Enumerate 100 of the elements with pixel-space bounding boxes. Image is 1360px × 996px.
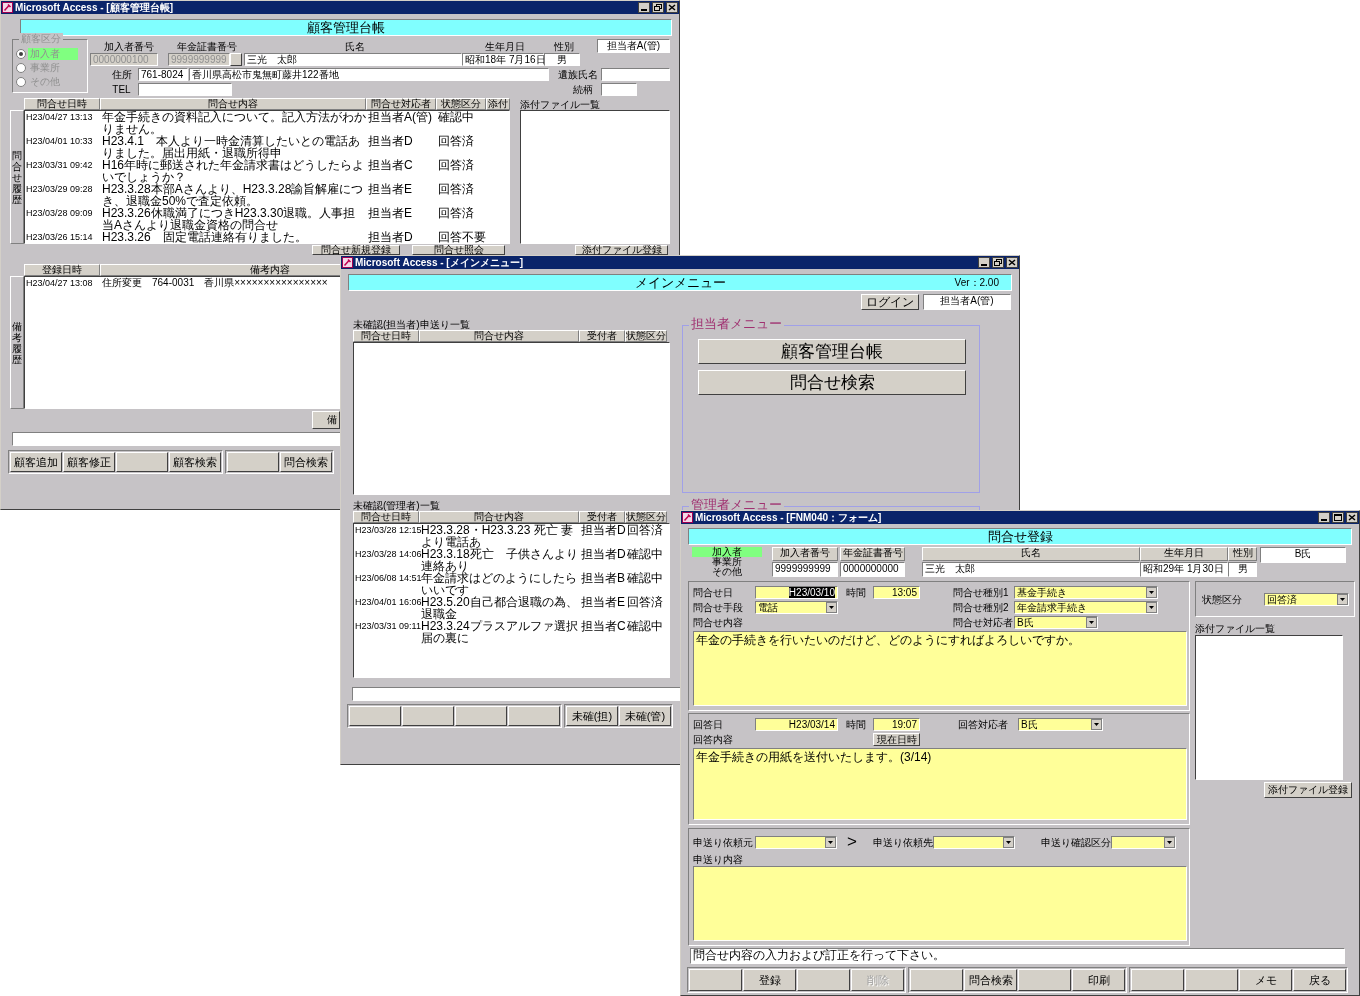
table-cell-text: 回答済	[437, 135, 475, 147]
type-option[interactable]: その他	[691, 567, 762, 577]
field-label: 問合せ日	[693, 586, 734, 599]
staff-field[interactable]: B氏	[1260, 547, 1346, 563]
form-button[interactable]: メモ	[1239, 969, 1292, 991]
form-button[interactable]: 顧客修正	[63, 452, 115, 472]
blank-button[interactable]	[508, 706, 560, 726]
form-button[interactable]: 戻る	[1293, 969, 1346, 991]
blank-button[interactable]	[349, 706, 401, 726]
dropdown-field[interactable]: 電話	[755, 601, 838, 614]
input-field[interactable]: 昭和29年 1月30日	[1140, 562, 1228, 577]
menu-button[interactable]: 顧客管理台帳	[698, 339, 966, 364]
dropdown-field[interactable]	[933, 835, 1015, 849]
text-area[interactable]: 年金手続きの用紙を送付いたします。(3/14)	[693, 748, 1187, 820]
input-field[interactable]: 香川県高松市鬼無町藤井122番地	[189, 68, 549, 81]
table-cell: 年金手続きの資料記入について。記入方法がわかりません。	[101, 111, 367, 135]
dropdown-field[interactable]: 回答済	[1264, 592, 1349, 606]
form-button[interactable]: 登録	[743, 969, 796, 991]
input-field[interactable]: 男	[1228, 562, 1257, 577]
form-button[interactable]: 顧客追加	[10, 452, 62, 472]
table-cell: 担当者E	[580, 596, 626, 608]
form-button[interactable]: 印刷	[1072, 969, 1125, 991]
table-cell: 担当者B	[580, 572, 626, 584]
input-field[interactable]: 昭和18年 7月16日	[462, 53, 544, 66]
input-field[interactable]: 男	[544, 53, 580, 66]
dropdown-field[interactable]	[755, 835, 837, 849]
field-label: 問合せ種別1	[953, 586, 1010, 599]
input-field[interactable]: 三光 太郎	[922, 562, 1140, 577]
table-cell-text: 担当者D	[367, 231, 414, 243]
input-field[interactable]: 761-8024	[138, 68, 188, 81]
form-button[interactable]: 未確(担)	[566, 706, 618, 726]
close-button[interactable]	[1006, 257, 1018, 268]
type-option[interactable]: 加入者	[691, 547, 762, 557]
restore-button[interactable]	[992, 257, 1004, 268]
dropdown-field[interactable]	[1111, 835, 1176, 849]
form-title: 顧客管理台帳	[20, 19, 672, 36]
input-field[interactable]	[138, 83, 232, 96]
text-area[interactable]: 年金の手続きを行いたいのだけど、どのようにすればよろしいですか。	[693, 631, 1187, 706]
close-button[interactable]	[1346, 512, 1358, 523]
input-field[interactable]	[601, 83, 637, 96]
table-cell-text: 担当者D	[367, 135, 414, 147]
column-header: 問合せ日時	[24, 98, 100, 110]
minimize-button[interactable]	[638, 2, 650, 13]
type-option[interactable]: 事業所	[691, 557, 762, 567]
dropdown-field[interactable]: 基金手続き	[1014, 586, 1158, 599]
blank-button[interactable]	[1131, 969, 1184, 991]
dropdown-field[interactable]: 年金請求手続き	[1014, 601, 1158, 614]
input-field[interactable]: 9999999999	[772, 562, 838, 577]
minimize-button[interactable]	[1318, 512, 1330, 523]
user-field[interactable]: 担当者A(管)	[923, 294, 1011, 310]
field-label: 回答日	[693, 718, 724, 731]
blank-button[interactable]	[1018, 969, 1071, 991]
input-field[interactable]: H23/03/10	[755, 586, 838, 599]
form-button[interactable]: 添付ファイル登録	[1264, 782, 1352, 798]
restore-button[interactable]	[652, 2, 664, 13]
lookup-button[interactable]	[230, 53, 242, 66]
blank-button[interactable]	[116, 452, 168, 472]
field-label: 申送り内容	[693, 853, 744, 866]
table-cell-text: H23/06/08 14:51	[354, 573, 420, 583]
dropdown-field[interactable]: B氏	[1014, 616, 1098, 629]
radio-button[interactable]	[16, 49, 26, 59]
table-cell: H23/03/28 14:06	[354, 548, 420, 560]
login-button[interactable]: ログイン	[861, 294, 919, 310]
list-label: 未確認(担当者)申送り一覧	[353, 318, 471, 330]
staff-field[interactable]: 担当者A(管)	[597, 39, 670, 53]
maximize-button[interactable]	[1332, 512, 1344, 523]
column-header: 受付者	[579, 330, 625, 342]
close-button[interactable]	[666, 2, 678, 13]
blank-button[interactable]	[402, 706, 454, 726]
form-button[interactable]: 問合検索	[280, 452, 332, 472]
form-button[interactable]: 問合検索	[964, 969, 1017, 991]
list-label: 添付ファイル一覧	[520, 98, 601, 110]
menu-button[interactable]: 問合せ検索	[698, 370, 966, 395]
input-field[interactable]: 13:05	[873, 586, 920, 599]
radio-button[interactable]	[16, 63, 26, 73]
blank-button[interactable]	[455, 706, 507, 726]
now-button[interactable]: 現在日時	[873, 733, 920, 746]
column-header: 状態区分	[625, 511, 667, 523]
radio-button[interactable]	[16, 77, 26, 87]
form-button[interactable]: 顧客検索	[169, 452, 221, 472]
column-header: 受付者	[579, 511, 625, 523]
input-field[interactable]	[601, 68, 670, 81]
input-field[interactable]: 0000000000	[840, 562, 905, 577]
blank-button[interactable]	[797, 969, 850, 991]
blank-button[interactable]	[1185, 969, 1238, 991]
version-label: Ver：2.00	[954, 276, 1000, 290]
column-header: 問合せ日時	[353, 511, 419, 523]
column-header: 状態区分	[436, 98, 486, 110]
caret-icon	[1091, 719, 1102, 730]
dropdown-field[interactable]: B氏	[1018, 718, 1103, 731]
column-header: 性別	[1228, 547, 1257, 561]
form-button[interactable]: 未確(管)	[619, 706, 671, 726]
minimize-button[interactable]	[978, 257, 990, 268]
blank-button[interactable]	[910, 969, 963, 991]
input-field[interactable]: H23/03/14	[755, 718, 838, 731]
blank-button[interactable]	[689, 969, 742, 991]
input-field[interactable]: 19:07	[873, 718, 920, 731]
input-field[interactable]: 三光 太郎	[244, 53, 462, 66]
blank-button[interactable]	[227, 452, 279, 472]
form-button[interactable]: 備	[312, 411, 340, 429]
